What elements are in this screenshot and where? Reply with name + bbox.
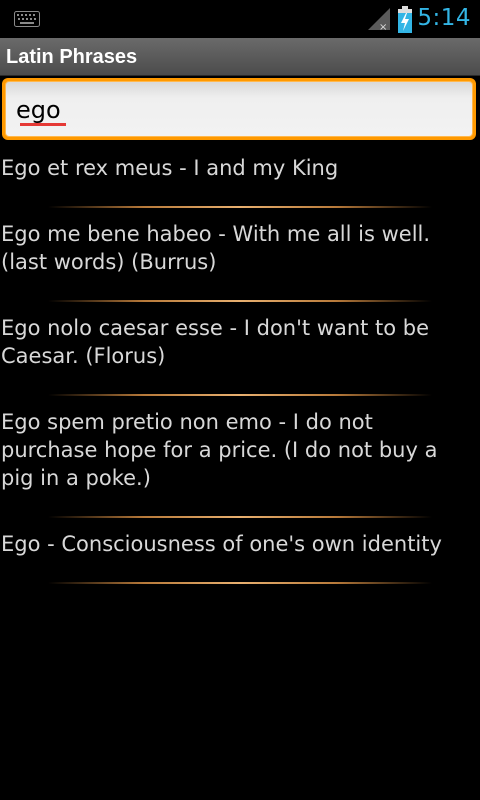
battery-charging-icon bbox=[397, 6, 413, 38]
keyboard-icon bbox=[14, 11, 40, 31]
list-divider bbox=[48, 582, 432, 584]
list-item[interactable]: Ego spem pretio non emo - I do not purch… bbox=[0, 396, 480, 518]
list-item-text: Ego - Consciousness of one's own identit… bbox=[1, 532, 442, 556]
list-item[interactable]: Ego me bene habeo - With me all is well.… bbox=[0, 208, 480, 302]
list-item[interactable]: Ego nolo caesar esse - I don't want to b… bbox=[0, 302, 480, 396]
search-field-frame[interactable] bbox=[5, 81, 473, 137]
signal-icon: × bbox=[366, 6, 392, 36]
search-box[interactable] bbox=[2, 78, 476, 140]
clock: 5:14 bbox=[417, 5, 471, 31]
list-item-text: Ego spem pretio non emo - I do not purch… bbox=[1, 410, 438, 490]
list-item-text: Ego et rex meus - I and my King bbox=[1, 156, 339, 180]
list-item-text: Ego nolo caesar esse - I don't want to b… bbox=[1, 316, 430, 368]
app-title: Latin Phrases bbox=[6, 46, 138, 68]
list-item[interactable]: Ego et rex meus - I and my King bbox=[0, 142, 480, 208]
status-bar: × 5:14 bbox=[0, 0, 480, 38]
search-input[interactable] bbox=[16, 92, 456, 128]
list-item[interactable]: Ego - Consciousness of one's own identit… bbox=[0, 518, 480, 584]
spellcheck-underline bbox=[20, 123, 66, 126]
title-bar: Latin Phrases bbox=[0, 38, 480, 76]
svg-text:×: × bbox=[379, 22, 387, 32]
list-item-text: Ego me bene habeo - With me all is well.… bbox=[1, 222, 431, 274]
results-list: Ego et rex meus - I and my King Ego me b… bbox=[0, 142, 480, 584]
